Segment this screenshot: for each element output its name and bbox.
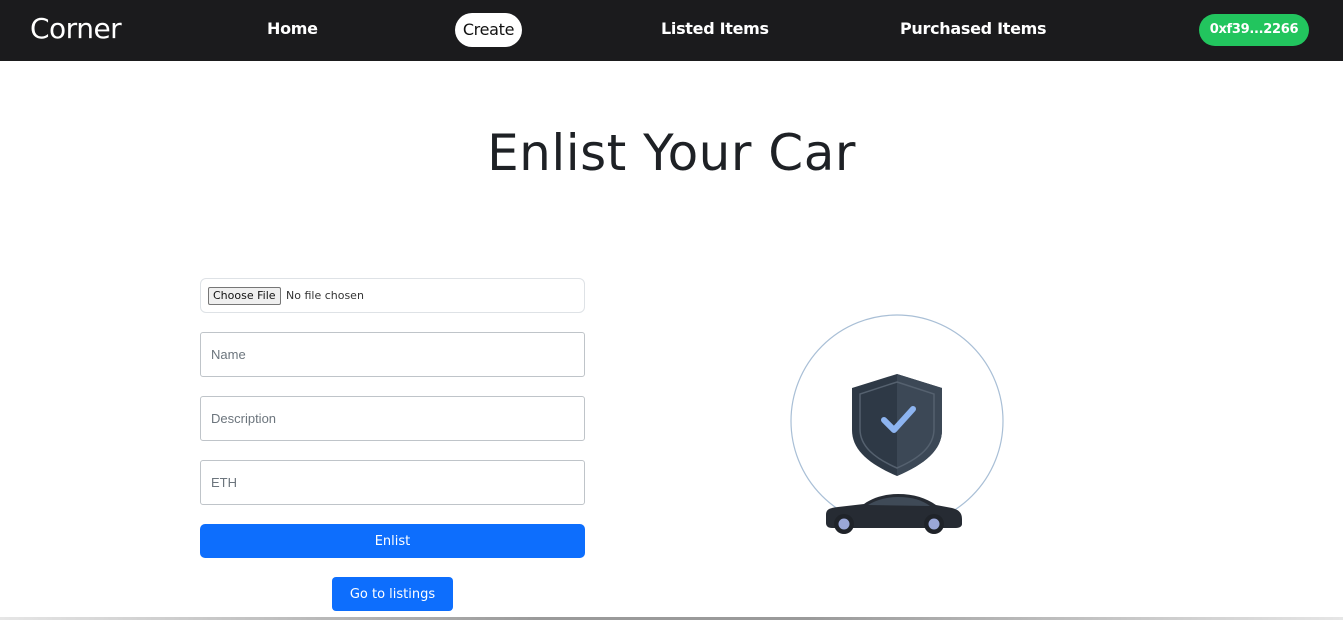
description-input[interactable]: [200, 396, 585, 441]
wallet-address-button[interactable]: 0xf39...2266: [1199, 14, 1309, 46]
file-upload-field[interactable]: Choose File No file chosen: [200, 278, 585, 313]
name-input[interactable]: [200, 332, 585, 377]
enlist-button[interactable]: Enlist: [200, 524, 585, 558]
car-icon: [826, 494, 962, 534]
page-title: Enlist Your Car: [487, 124, 856, 182]
illustration-svg: [790, 314, 1004, 534]
car-protection-illustration: [780, 310, 1015, 540]
navbar: Corner Home Create Listed Items Purchase…: [0, 0, 1343, 61]
nav-home-link[interactable]: Home: [267, 19, 318, 38]
nav-create-link[interactable]: Create: [455, 13, 522, 47]
go-to-listings-button[interactable]: Go to listings: [332, 577, 453, 611]
file-status-text: No file chosen: [286, 289, 364, 302]
brand-logo[interactable]: Corner: [30, 12, 122, 45]
nav-purchased-items-link[interactable]: Purchased Items: [900, 19, 1047, 38]
eth-price-input[interactable]: [200, 460, 585, 505]
nav-listed-items-link[interactable]: Listed Items: [661, 19, 769, 38]
choose-file-button[interactable]: Choose File: [208, 287, 281, 305]
shield-check-icon: [852, 374, 942, 476]
